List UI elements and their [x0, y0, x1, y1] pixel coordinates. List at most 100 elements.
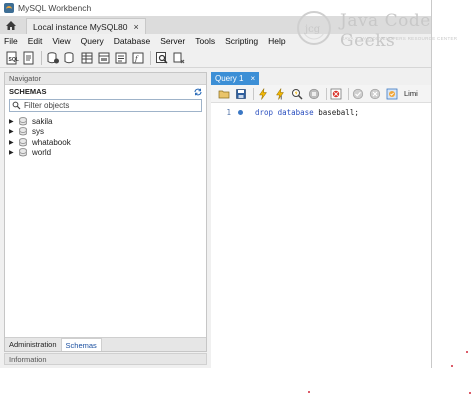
- lightning-cursor-icon: I: [276, 87, 284, 100]
- toggle-stop-on-error-button[interactable]: [329, 87, 343, 101]
- database-add-icon: [64, 51, 73, 63]
- rollback-x-icon: [369, 88, 381, 99]
- information-panel-header[interactable]: Information: [4, 353, 207, 365]
- main-toolbar: SQL f: [0, 48, 431, 68]
- tab-local-instance[interactable]: Local instance MySQL80 ×: [26, 18, 146, 34]
- expand-arrow-icon[interactable]: ▶: [9, 118, 16, 125]
- sql-identifier: baseball;: [318, 108, 359, 117]
- close-icon[interactable]: ×: [134, 22, 139, 32]
- table-add-icon: [81, 52, 92, 63]
- sql-file-icon: SQL: [6, 51, 18, 64]
- menu-scripting[interactable]: Scripting: [225, 36, 258, 46]
- jcg-logo-icon: jcg: [297, 11, 331, 45]
- database-icon: [19, 137, 27, 147]
- stop-button[interactable]: [307, 87, 321, 101]
- commit-check-icon: [352, 88, 364, 99]
- commit-button[interactable]: [351, 87, 365, 101]
- menu-database[interactable]: Database: [114, 36, 150, 46]
- svg-text:jcg: jcg: [304, 24, 321, 35]
- schema-item-sakila[interactable]: ▶ sakila: [9, 116, 206, 127]
- schema-tree: ▶ sakila ▶ sys ▶ whatabook ▶ world: [5, 114, 206, 158]
- expand-arrow-icon[interactable]: ▶: [9, 139, 16, 146]
- statement-marker-icon: [238, 110, 243, 115]
- filter-objects-input[interactable]: [21, 101, 191, 110]
- schemas-title: SCHEMAS: [9, 87, 47, 96]
- create-table-button[interactable]: [79, 50, 94, 65]
- tab-administration[interactable]: Administration: [5, 338, 61, 351]
- svg-text:I: I: [281, 95, 283, 100]
- execute-current-button[interactable]: I: [273, 87, 287, 101]
- lightning-icon: [259, 87, 267, 100]
- create-view-button[interactable]: [96, 50, 111, 65]
- schema-name: world: [32, 148, 52, 158]
- create-schema-button[interactable]: [62, 50, 77, 65]
- search-icon: [12, 101, 21, 110]
- query-tab-label: Query 1: [215, 74, 244, 83]
- code-line-1[interactable]: 1 drop database baseball;: [211, 107, 359, 118]
- toolbar-separator: [326, 87, 327, 100]
- workbench-logo-icon: [4, 3, 14, 13]
- search-table-data-button[interactable]: [154, 50, 169, 65]
- filter-objects-field[interactable]: [9, 99, 202, 112]
- schema-item-whatabook[interactable]: ▶ whatabook: [9, 137, 206, 148]
- navigator-header: Navigator: [5, 73, 206, 85]
- watermark-brand: Java Code Geeks: [340, 11, 431, 51]
- stop-icon: [308, 88, 320, 99]
- stray-dot: [469, 392, 471, 394]
- menu-file[interactable]: File: [4, 36, 18, 46]
- database-icon: [19, 127, 27, 136]
- stop-on-error-icon: [330, 88, 342, 99]
- explain-button[interactable]: [290, 87, 304, 101]
- line-number: 1: [226, 108, 231, 117]
- menu-view[interactable]: View: [52, 36, 70, 46]
- new-sql-tab-button[interactable]: SQL: [4, 50, 19, 65]
- query-tab-bar: Query 1 ×: [211, 72, 431, 85]
- tab-query-1[interactable]: Query 1 ×: [211, 72, 260, 85]
- search-icon: [155, 51, 167, 63]
- create-function-button[interactable]: f: [130, 50, 145, 65]
- close-icon[interactable]: ×: [250, 74, 255, 83]
- refresh-icon[interactable]: [194, 88, 202, 96]
- rollback-button[interactable]: [368, 87, 382, 101]
- schema-name: sys: [32, 127, 44, 137]
- expand-arrow-icon[interactable]: ▶: [9, 128, 16, 135]
- reconnect-button[interactable]: [171, 50, 186, 65]
- limit-rows-label[interactable]: Limi: [404, 89, 418, 98]
- expand-arrow-icon[interactable]: ▶: [9, 149, 16, 156]
- open-sql-script-button[interactable]: [21, 50, 36, 65]
- save-script-button[interactable]: [234, 87, 248, 101]
- view-add-icon: [98, 52, 109, 63]
- sql-keyword-database: database: [277, 108, 314, 117]
- stray-dot: [451, 365, 453, 367]
- toggle-autocommit-button[interactable]: [385, 87, 399, 101]
- tab-schemas[interactable]: Schemas: [60, 338, 102, 351]
- inspector-button[interactable]: [45, 50, 60, 65]
- database-info-icon: [47, 51, 59, 63]
- schemas-header: SCHEMAS: [5, 85, 206, 98]
- watermark: jcg Java Code Geeks JAVA 2 JAVA DEVELOPE…: [292, 9, 474, 51]
- watermark-tagline: JAVA 2 JAVA DEVELOPERS RESOURCE CENTER: [342, 36, 458, 41]
- toolbar-separator: [253, 87, 254, 100]
- autocommit-icon: [386, 88, 398, 99]
- magnifier-lightning-icon: [292, 88, 303, 100]
- toolbar-separator: [348, 87, 349, 100]
- window-title: MySQL Workbench: [18, 3, 92, 13]
- schema-item-world[interactable]: ▶ world: [9, 148, 206, 159]
- open-script-button[interactable]: [217, 87, 231, 101]
- menu-tools[interactable]: Tools: [195, 36, 215, 46]
- menu-query[interactable]: Query: [81, 36, 104, 46]
- query-toolbar: I Limi: [211, 85, 431, 103]
- menu-server[interactable]: Server: [160, 36, 185, 46]
- schema-item-sys[interactable]: ▶ sys: [9, 127, 206, 138]
- menu-help[interactable]: Help: [268, 36, 285, 46]
- svg-text:SQL: SQL: [8, 57, 18, 63]
- execute-all-button[interactable]: [256, 87, 270, 101]
- menu-edit[interactable]: Edit: [28, 36, 43, 46]
- sql-keyword-drop: drop: [255, 108, 274, 117]
- workbench-window: MySQL Workbench Local instance MySQL80 ×…: [0, 0, 432, 368]
- navigator-panel: Navigator SCHEMAS ▶ sakila ▶ sys ▶ wha: [4, 72, 207, 352]
- database-icon: [19, 148, 27, 157]
- home-button[interactable]: [0, 16, 22, 34]
- create-procedure-button[interactable]: [113, 50, 128, 65]
- folder-open-icon: [218, 90, 230, 98]
